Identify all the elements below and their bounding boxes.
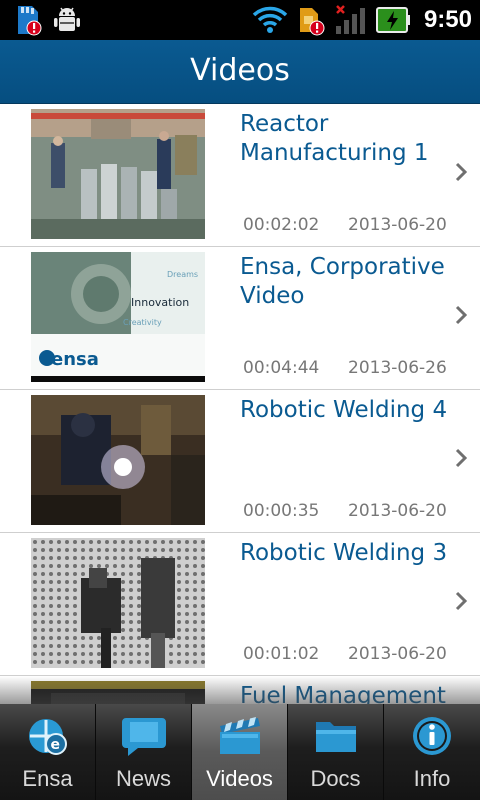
video-list[interactable]: Reactor Manufacturing 1 00:02:02 2013-06… bbox=[0, 104, 480, 704]
tab-videos[interactable]: Videos bbox=[192, 704, 288, 800]
video-duration: 00:04:44 bbox=[243, 358, 320, 378]
svg-text:Innovation: Innovation bbox=[131, 296, 189, 309]
sd-card-alert-icon bbox=[18, 6, 42, 36]
video-duration: 00:00:35 bbox=[243, 501, 320, 521]
video-date: 2013-06-20 bbox=[348, 644, 447, 664]
tab-label: Videos bbox=[206, 766, 273, 791]
speech-bubble-icon bbox=[122, 718, 166, 756]
video-duration: 00:01:02 bbox=[243, 644, 320, 664]
svg-text:e: e bbox=[51, 737, 61, 753]
wifi-icon bbox=[252, 6, 288, 33]
android-debug-icon bbox=[54, 7, 80, 31]
tab-news[interactable]: News bbox=[96, 704, 192, 800]
chevron-right-icon bbox=[455, 305, 467, 325]
ensa-logo-icon: e bbox=[29, 719, 67, 755]
tab-label: Docs bbox=[310, 766, 361, 791]
video-row[interactable]: Robotic Welding 3 00:01:02 2013-06-20 bbox=[0, 533, 480, 676]
video-title: Robotic Welding 4 bbox=[240, 397, 448, 423]
video-thumbnail bbox=[31, 681, 205, 704]
video-date: 2013-06-20 bbox=[348, 215, 447, 235]
video-date: 2013-06-20 bbox=[348, 501, 447, 521]
info-icon bbox=[413, 717, 451, 755]
video-row[interactable]: Robotic Welding 4 00:00:35 2013-06-20 bbox=[0, 390, 480, 533]
video-duration: 00:02:02 bbox=[243, 215, 320, 235]
chevron-right-icon bbox=[455, 591, 467, 611]
video-title: Fuel Management bbox=[240, 683, 446, 704]
video-row[interactable]: Dreams Innovation Creativity ensa Ensa, … bbox=[0, 247, 480, 390]
video-title: Robotic Welding 3 bbox=[240, 540, 448, 566]
video-row[interactable]: Fuel Management bbox=[0, 676, 480, 704]
chevron-right-icon bbox=[455, 448, 467, 468]
video-thumbnail bbox=[31, 538, 205, 668]
svg-text:ensa: ensa bbox=[51, 349, 99, 370]
status-bar: 9:50 bbox=[0, 0, 480, 40]
video-thumbnail bbox=[31, 395, 205, 525]
clock: 9:50 bbox=[423, 6, 472, 33]
signal-no-service-icon bbox=[335, 5, 365, 34]
tab-ensa[interactable]: e Ensa bbox=[0, 704, 96, 800]
video-thumbnail bbox=[31, 109, 205, 239]
tab-label: News bbox=[115, 766, 171, 791]
tab-info[interactable]: Info bbox=[384, 704, 480, 800]
video-row[interactable]: Reactor Manufacturing 1 00:02:02 2013-06… bbox=[0, 104, 480, 247]
chevron-right-icon bbox=[455, 162, 467, 182]
tab-label: Ensa bbox=[22, 766, 73, 791]
clapperboard-icon bbox=[220, 717, 260, 754]
page-title: Videos bbox=[190, 53, 290, 88]
bottom-tab-bar: e Ensa News Videos Docs Info bbox=[0, 704, 480, 800]
video-thumbnail: Dreams Innovation Creativity ensa bbox=[31, 252, 205, 382]
video-date: 2013-06-26 bbox=[348, 358, 447, 378]
battery-charging-icon bbox=[375, 7, 410, 33]
sim-alert-icon bbox=[299, 8, 325, 36]
video-title: Reactor Manufacturing 1 bbox=[240, 111, 429, 166]
folder-icon bbox=[316, 722, 356, 752]
tab-label: Info bbox=[413, 766, 451, 791]
svg-text:Creativity: Creativity bbox=[123, 318, 162, 327]
video-title: Ensa, Corporative Video bbox=[240, 254, 445, 309]
svg-text:Dreams: Dreams bbox=[167, 270, 198, 279]
app-header: Videos bbox=[0, 40, 480, 104]
tab-docs[interactable]: Docs bbox=[288, 704, 384, 800]
